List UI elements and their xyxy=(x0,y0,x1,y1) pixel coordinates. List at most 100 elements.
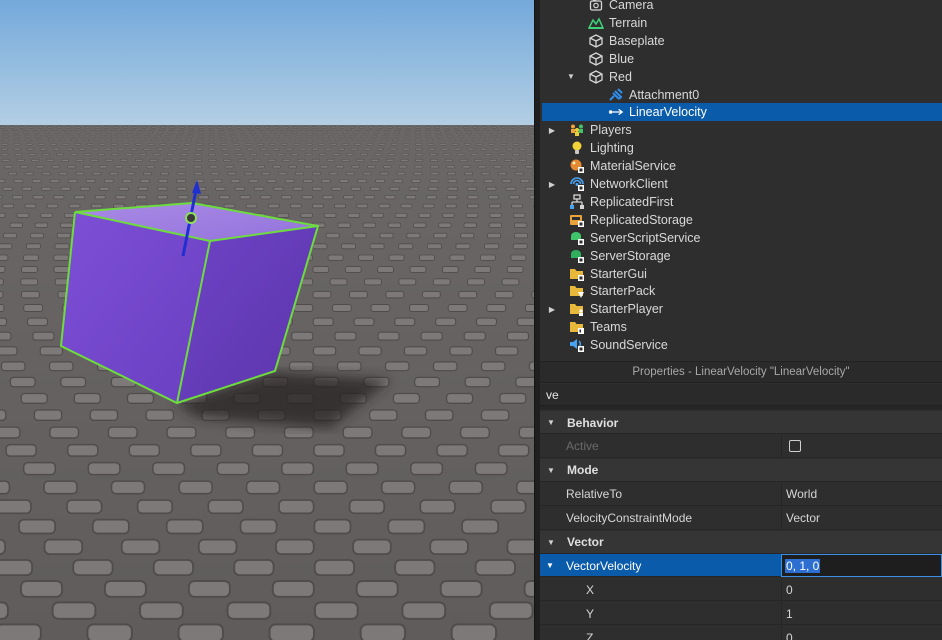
property-row-active[interactable]: Active xyxy=(540,434,942,458)
stud xyxy=(311,126,318,129)
expand-arrow-right-icon[interactable]: ▶ xyxy=(547,300,557,318)
stud xyxy=(421,290,441,299)
explorer-item-red[interactable]: ▼ Red xyxy=(540,68,942,86)
explorer-item-linear-velocity[interactable]: LinearVelocity xyxy=(542,103,942,122)
property-row-vector-velocity[interactable]: ▼ VectorVelocity 0, 1, 0 xyxy=(540,554,942,578)
stud xyxy=(501,278,520,286)
explorer-item-material-service[interactable]: MaterialService xyxy=(540,157,942,175)
explorer-item-sound-service[interactable]: SoundService xyxy=(540,336,942,354)
property-row-z[interactable]: Z0 xyxy=(540,626,942,640)
stud xyxy=(140,179,150,183)
stud xyxy=(83,153,92,156)
stud xyxy=(85,131,91,134)
stud xyxy=(467,278,485,286)
active-checkbox[interactable] xyxy=(789,440,801,453)
property-section-label: Mode xyxy=(567,463,599,478)
stud xyxy=(346,153,354,156)
stud xyxy=(254,138,261,142)
stud xyxy=(80,128,87,131)
stud xyxy=(352,538,392,555)
properties-filter-input[interactable]: ve xyxy=(540,384,942,406)
scene-canvas[interactable] xyxy=(0,0,534,640)
explorer-item-label: ReplicatedFirst xyxy=(590,194,674,209)
stud xyxy=(344,266,362,273)
explorer-item-replicated-storage[interactable]: ReplicatedStorage xyxy=(540,211,942,229)
explorer-item-network-client[interactable]: ▶ NetworkClient xyxy=(540,175,942,193)
stud xyxy=(512,153,520,156)
stud xyxy=(472,126,478,129)
explorer-item-blue[interactable]: Blue xyxy=(540,50,942,68)
stud xyxy=(442,212,455,218)
stud xyxy=(35,165,45,169)
stud xyxy=(207,499,244,515)
property-row-x[interactable]: X0 xyxy=(540,578,942,602)
expand-arrow-right-icon[interactable]: ▶ xyxy=(547,121,557,139)
stud xyxy=(306,128,313,131)
expand-arrow-right-icon[interactable]: ▶ xyxy=(547,175,557,193)
explorer-item-teams[interactable]: Teams xyxy=(540,318,942,336)
stud xyxy=(415,128,421,131)
explorer-item-starter-gui[interactable]: StarterGui xyxy=(540,265,942,283)
stud xyxy=(180,153,188,156)
property-row-velocity-constraint-mode[interactable]: VelocityConstraintMode Vector xyxy=(540,506,942,530)
collapse-arrow-icon[interactable]: ▼ xyxy=(547,411,555,434)
stud xyxy=(54,131,61,134)
collapse-arrow-icon[interactable]: ▼ xyxy=(547,459,555,482)
explorer-item-baseplate[interactable]: Baseplate xyxy=(540,32,942,50)
stud xyxy=(13,179,24,183)
property-section-behavior[interactable]: ▼ Behavior xyxy=(540,411,942,434)
stud xyxy=(383,165,392,169)
stud xyxy=(394,131,400,134)
stud xyxy=(59,138,66,142)
explorer-item-lighting[interactable]: Lighting xyxy=(540,139,942,157)
stud xyxy=(193,171,203,176)
stud xyxy=(493,128,500,131)
property-value[interactable]: 0 xyxy=(781,578,942,602)
property-value-input[interactable]: 0, 1, 0 xyxy=(781,554,942,578)
stud xyxy=(66,126,72,129)
explorer-item-server-storage[interactable]: ServerStorage xyxy=(540,247,942,265)
property-row-relative-to[interactable]: RelativeTo World xyxy=(540,482,942,506)
property-value[interactable]: 1 xyxy=(781,602,942,626)
3d-viewport[interactable] xyxy=(0,0,534,640)
explorer-item-camera[interactable]: Camera xyxy=(540,0,942,14)
explorer-item-terrain[interactable]: Terrain xyxy=(540,14,942,32)
stud xyxy=(332,153,340,156)
explorer-item-starter-pack[interactable]: StarterPack xyxy=(540,282,942,300)
stud xyxy=(267,203,280,209)
explorer-item-attachment0[interactable]: Attachment0 xyxy=(540,86,942,104)
stud xyxy=(223,158,232,162)
stud xyxy=(364,278,382,286)
property-section-vector[interactable]: ▼ Vector xyxy=(540,530,942,554)
expand-arrow-down-icon[interactable]: ▼ xyxy=(566,68,576,86)
explorer-item-server-script-service[interactable]: ServerScriptService xyxy=(540,229,942,247)
property-value[interactable]: Vector xyxy=(781,506,942,530)
stud xyxy=(380,480,416,495)
stud xyxy=(2,138,9,142)
explorer-item-replicated-first[interactable]: ReplicatedFirst xyxy=(540,193,942,211)
stud xyxy=(225,165,234,169)
property-value[interactable]: 0 xyxy=(781,626,942,640)
stud xyxy=(342,131,349,134)
property-value[interactable]: World xyxy=(781,482,942,506)
property-section-mode[interactable]: ▼ Mode xyxy=(540,458,942,482)
property-checkbox-cell[interactable] xyxy=(781,434,942,458)
stud xyxy=(519,126,525,129)
explorer-item-label: ReplicatedStorage xyxy=(590,212,693,227)
stud xyxy=(165,518,204,535)
stud xyxy=(235,153,244,156)
stud xyxy=(67,135,74,138)
stud xyxy=(208,158,217,162)
explorer-item-label: NetworkClient xyxy=(590,177,668,191)
stud xyxy=(363,195,375,200)
explorer-item-players[interactable]: ▶ Players xyxy=(540,121,942,139)
explorer-item-starter-player[interactable]: ▶ StarterPlayer xyxy=(540,300,942,318)
stud xyxy=(500,126,507,129)
collapse-arrow-icon[interactable]: ▼ xyxy=(547,531,555,554)
stud xyxy=(0,304,5,312)
property-row-y[interactable]: Y1 xyxy=(540,602,942,626)
stud xyxy=(187,580,231,598)
expand-arrow-down-icon[interactable]: ▼ xyxy=(546,554,554,577)
attachment-gizmo[interactable] xyxy=(185,212,197,224)
stud xyxy=(51,601,97,620)
